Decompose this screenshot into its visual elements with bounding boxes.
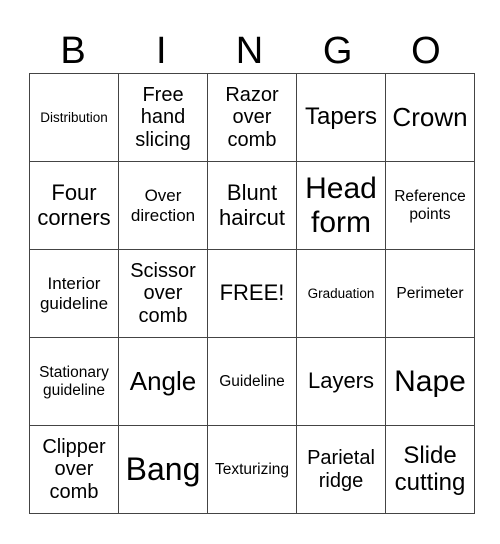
header-letter-i: I [156, 30, 167, 72]
grid-row: Interior guideline Scissor over comb FRE… [29, 249, 475, 338]
bingo-cell[interactable]: Stationary guideline [29, 337, 119, 426]
bingo-cell[interactable]: Guideline [207, 337, 297, 426]
bingo-cell[interactable]: Nape [385, 337, 475, 426]
bingo-cell[interactable]: Distribution [29, 73, 119, 162]
bingo-cell[interactable]: Layers [296, 337, 386, 426]
bingo-cell[interactable]: Graduation [296, 249, 386, 338]
bingo-cell[interactable]: Perimeter [385, 249, 475, 338]
grid-row: Four corners Over direction Blunt haircu… [29, 161, 475, 250]
grid-row: Distribution Free hand slicing Razor ove… [29, 73, 475, 162]
bingo-cell[interactable]: Texturizing [207, 425, 297, 514]
header-letter-b: B [60, 30, 86, 72]
bingo-cell[interactable]: Reference points [385, 161, 475, 250]
header-letter-g: G [322, 30, 353, 72]
bingo-cell[interactable]: Parietal ridge [296, 425, 386, 514]
grid-row: Stationary guideline Angle Guideline Lay… [29, 337, 475, 426]
grid-row: Clipper over comb Bang Texturizing Parie… [29, 425, 475, 514]
bingo-cell[interactable]: Bang [118, 425, 208, 514]
bingo-cell[interactable]: Slide cutting [385, 425, 475, 514]
header-letter-o: O [411, 30, 441, 72]
bingo-cell[interactable]: Blunt haircut [207, 161, 297, 250]
bingo-cell[interactable]: Razor over comb [207, 73, 297, 162]
bingo-cell[interactable]: Crown [385, 73, 475, 162]
bingo-cell[interactable]: Interior guideline [29, 249, 119, 338]
free-space-cell[interactable]: FREE! [207, 249, 297, 338]
bingo-cell[interactable]: Scissor over comb [118, 249, 208, 338]
bingo-grid: Distribution Free hand slicing Razor ove… [29, 73, 475, 514]
bingo-cell[interactable]: Head form [296, 161, 386, 250]
bingo-cell[interactable]: Clipper over comb [29, 425, 119, 514]
header-letter-n: N [235, 30, 264, 72]
bingo-cell[interactable]: Over direction [118, 161, 208, 250]
bingo-cell[interactable]: Four corners [29, 161, 119, 250]
bingo-header: B I N G O [29, 30, 470, 72]
bingo-cell[interactable]: Tapers [296, 73, 386, 162]
bingo-cell[interactable]: Free hand slicing [118, 73, 208, 162]
bingo-cell[interactable]: Angle [118, 337, 208, 426]
